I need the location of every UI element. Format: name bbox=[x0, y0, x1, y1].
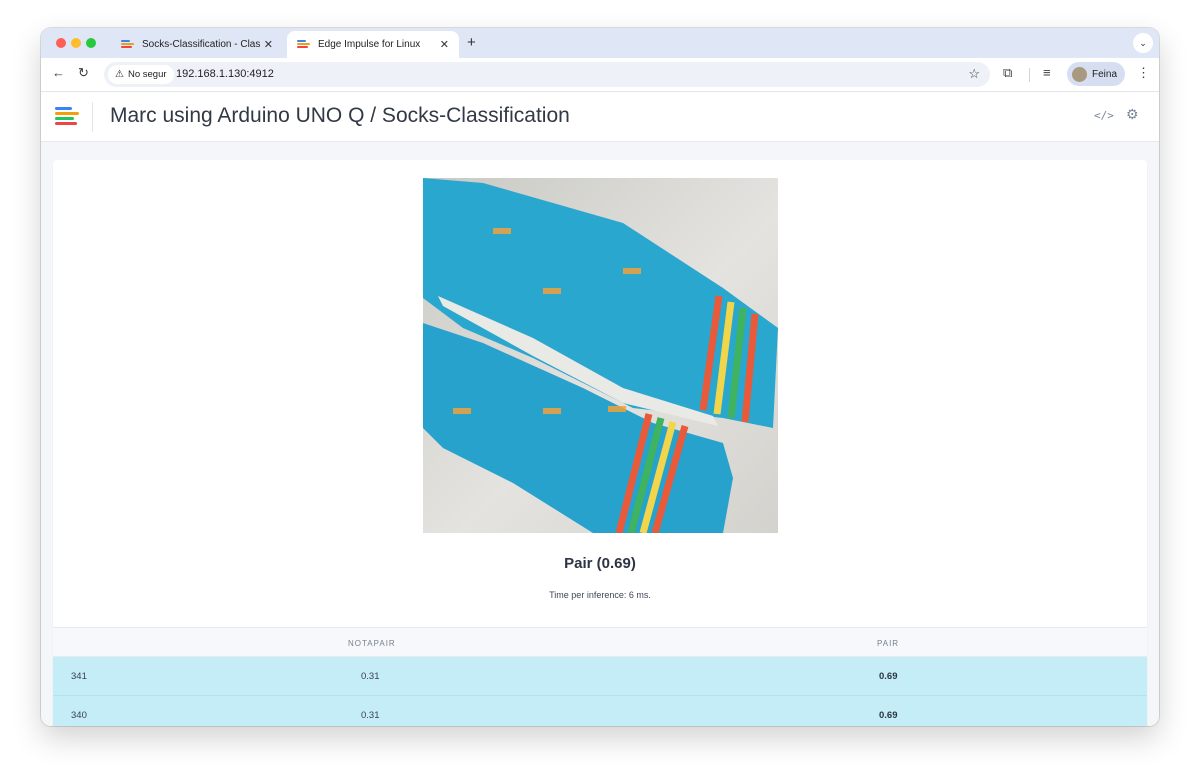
table-row: 340 0.31 0.69 bbox=[53, 696, 1147, 726]
warning-icon: ⚠ bbox=[115, 69, 124, 80]
app-content: Marc using Arduino UNO Q / Socks-Classif… bbox=[41, 92, 1159, 726]
header-divider bbox=[92, 102, 93, 132]
browser-toolbar: ← ↻ ⚠ No segur 192.168.1.130:4912 ☆ ⧉ ≡ … bbox=[41, 58, 1159, 92]
gear-icon[interactable]: ⚙ bbox=[1126, 106, 1139, 123]
toolbar-divider bbox=[1029, 68, 1030, 82]
close-tab-icon[interactable]: ✕ bbox=[440, 38, 449, 51]
classification-result: Pair (0.69) bbox=[564, 555, 636, 572]
chevron-down-icon[interactable]: ⌄ bbox=[1133, 33, 1153, 53]
extensions-icon[interactable]: ⧉ bbox=[1003, 65, 1012, 81]
avatar bbox=[1072, 66, 1087, 82]
address-bar[interactable]: ⚠ No segur 192.168.1.130:4912 ☆ bbox=[104, 62, 990, 87]
media-controls-icon[interactable]: ≡ bbox=[1043, 65, 1051, 80]
column-header-notapair: NOTAPAIR bbox=[348, 639, 396, 648]
profile-button[interactable]: Feina bbox=[1067, 62, 1125, 86]
maximize-window-button[interactable] bbox=[86, 38, 96, 48]
tab-socks-classification[interactable]: Socks-Classification - Classification ✕ bbox=[111, 31, 283, 58]
profile-name: Feina bbox=[1092, 68, 1118, 80]
more-menu-icon[interactable]: ⋮ bbox=[1137, 65, 1150, 81]
reload-icon[interactable]: ↻ bbox=[78, 65, 89, 81]
app-header: Marc using Arduino UNO Q / Socks-Classif… bbox=[41, 92, 1159, 142]
back-arrow-icon[interactable]: ← bbox=[52, 65, 65, 80]
close-tab-icon[interactable]: ✕ bbox=[264, 38, 273, 51]
notapair-score: 0.31 bbox=[361, 671, 380, 682]
classification-card: Pair (0.69) Time per inference: 6 ms. NO… bbox=[53, 160, 1147, 726]
minimize-window-button[interactable] bbox=[71, 38, 81, 48]
table-header: NOTAPAIR PAIR bbox=[53, 627, 1147, 657]
star-icon[interactable]: ☆ bbox=[968, 66, 980, 82]
table-row: 341 0.31 0.69 bbox=[53, 657, 1147, 696]
pair-score: 0.69 bbox=[879, 671, 898, 682]
security-label: No segur bbox=[127, 69, 167, 80]
tab-title: Edge Impulse for Linux bbox=[318, 39, 421, 50]
inference-time: Time per inference: 6 ms. bbox=[549, 590, 651, 600]
security-chip[interactable]: ⚠ No segur bbox=[108, 65, 174, 84]
row-id: 341 bbox=[71, 671, 87, 682]
close-window-button[interactable] bbox=[56, 38, 66, 48]
code-icon[interactable]: </> bbox=[1094, 109, 1114, 122]
row-id: 340 bbox=[71, 710, 87, 721]
edge-impulse-favicon-icon bbox=[121, 40, 134, 49]
tab-title: Socks-Classification - Classification bbox=[142, 39, 260, 50]
tab-strip: Socks-Classification - Classification ✕ … bbox=[41, 28, 1159, 58]
browser-window: Socks-Classification - Classification ✕ … bbox=[41, 28, 1159, 726]
edge-impulse-favicon-icon bbox=[297, 40, 310, 49]
url-text[interactable]: 192.168.1.130:4912 bbox=[176, 68, 274, 80]
plus-icon[interactable]: + bbox=[467, 34, 476, 51]
tab-edge-impulse-linux[interactable]: Edge Impulse for Linux ✕ bbox=[287, 31, 459, 58]
camera-feed-image bbox=[423, 178, 778, 533]
page-title: Marc using Arduino UNO Q / Socks-Classif… bbox=[110, 104, 570, 127]
edge-impulse-logo-icon[interactable] bbox=[55, 107, 79, 125]
pair-score: 0.69 bbox=[879, 710, 898, 721]
notapair-score: 0.31 bbox=[361, 710, 380, 721]
column-header-pair: PAIR bbox=[877, 639, 900, 648]
results-table: NOTAPAIR PAIR 341 0.31 0.69 340 0.31 0.6… bbox=[53, 627, 1147, 726]
socks-illustration bbox=[423, 178, 778, 533]
